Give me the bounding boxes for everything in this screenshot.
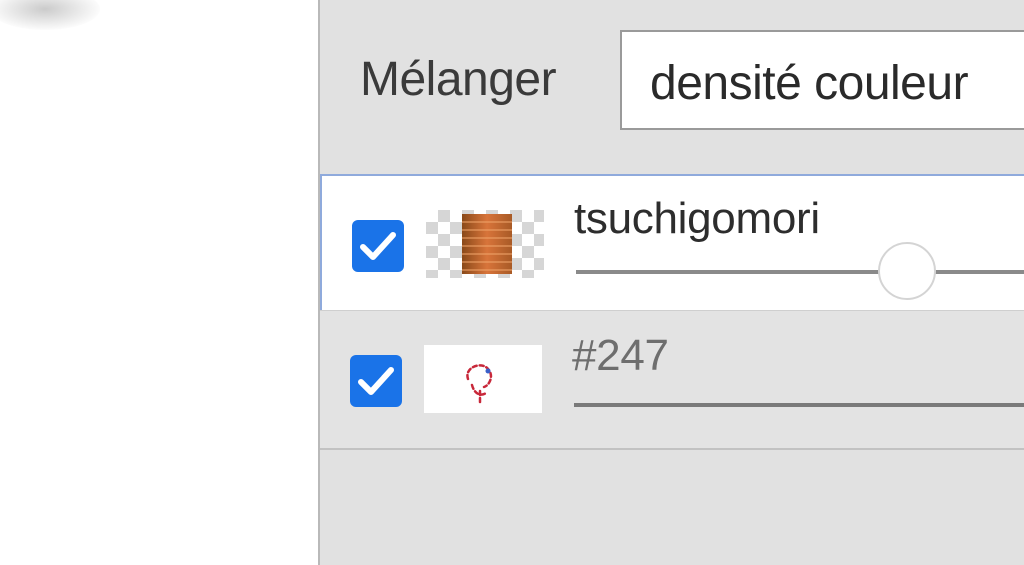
blend-mode-value: densité couleur bbox=[650, 57, 969, 110]
layer-thumbnail-image bbox=[462, 214, 512, 274]
layer-thumbnail-image bbox=[466, 364, 493, 405]
layer-visibility-checkbox[interactable] bbox=[352, 220, 404, 272]
layer-list: tsuchigomori #247 bbox=[320, 170, 1024, 450]
layer-thumbnail bbox=[426, 210, 544, 278]
layer-opacity-slider-track[interactable] bbox=[576, 270, 1024, 274]
blend-mode-select[interactable]: densité couleur bbox=[620, 30, 1024, 130]
canvas-stroke bbox=[0, 0, 100, 30]
layer-row-247[interactable]: #247 bbox=[320, 310, 1024, 448]
drawing-canvas[interactable] bbox=[0, 0, 318, 565]
checkmark-icon bbox=[358, 367, 394, 395]
layer-opacity-slider-thumb[interactable] bbox=[878, 242, 936, 300]
layer-thumbnail bbox=[424, 345, 542, 413]
blend-mode-label: Mélanger bbox=[360, 53, 557, 106]
layer-name[interactable]: #247 bbox=[572, 331, 669, 381]
layer-name[interactable]: tsuchigomori bbox=[574, 194, 820, 244]
blend-mode-row: Mélanger densité couleur bbox=[320, 0, 1024, 170]
checkmark-icon bbox=[360, 232, 396, 260]
layer-opacity-slider-track[interactable] bbox=[574, 403, 1024, 407]
layer-row-tsuchigomori[interactable]: tsuchigomori bbox=[320, 174, 1024, 312]
layers-panel: Mélanger densité couleur tsuchigomori #2… bbox=[318, 0, 1024, 565]
layer-visibility-checkbox[interactable] bbox=[350, 355, 402, 407]
